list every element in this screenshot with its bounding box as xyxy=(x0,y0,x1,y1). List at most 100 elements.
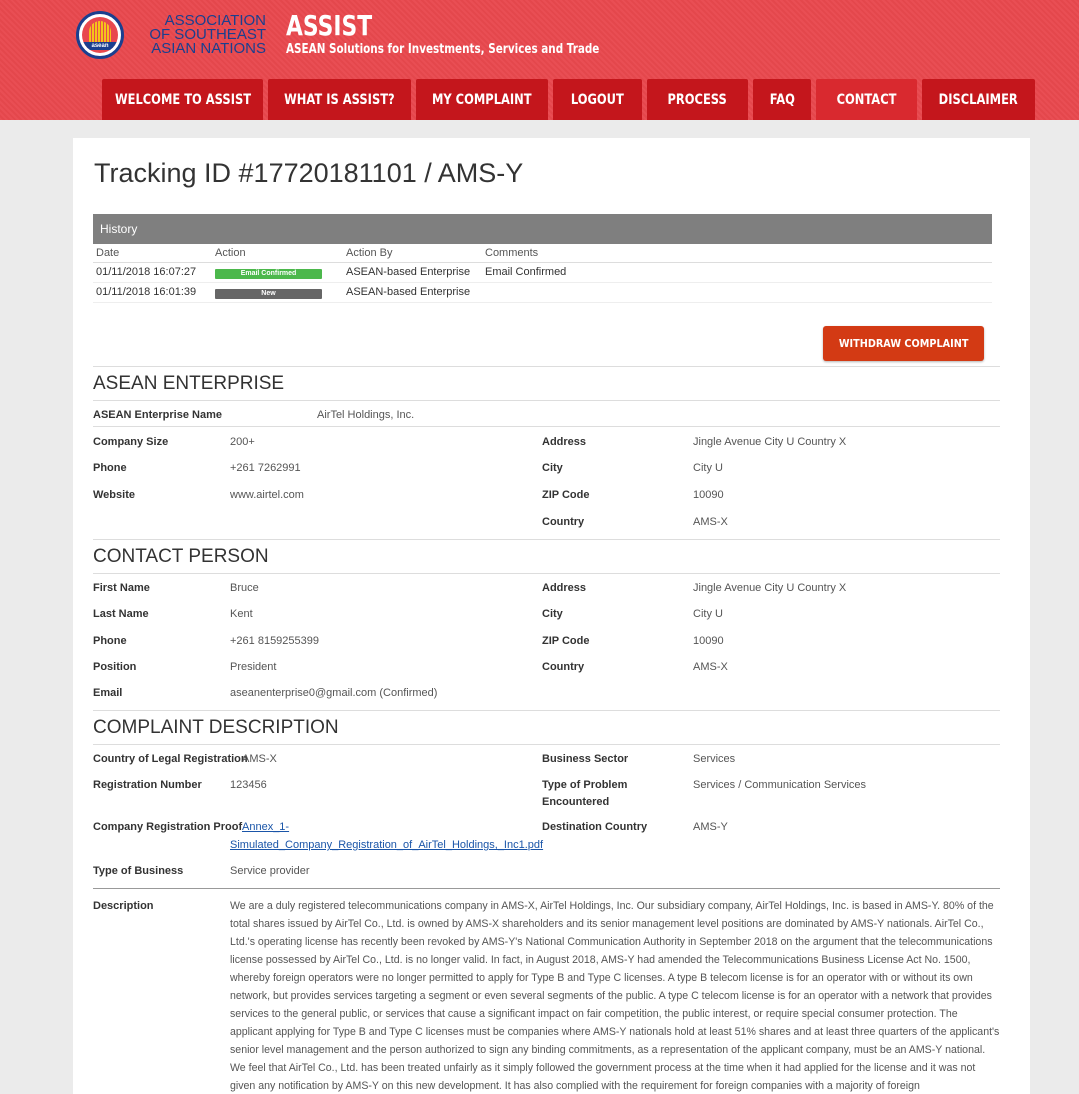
nav-label: FAQ xyxy=(769,91,795,108)
col-action-by: Action By xyxy=(343,244,482,263)
history-date: 01/11/2018 16:07:27 xyxy=(93,262,212,283)
col-date: Date xyxy=(93,244,212,263)
brand-subtitle: ASEAN Solutions for Investments, Service… xyxy=(286,42,600,57)
website-value: www.airtel.com xyxy=(230,489,304,501)
section-title-complaint: COMPLAINT DESCRIPTION xyxy=(93,717,339,738)
main-content: Tracking ID #17720181101 / AMS-Y History… xyxy=(73,138,1030,1094)
history-heading: History xyxy=(93,214,992,244)
enterprise-address-label: Address xyxy=(542,436,587,448)
registration-number-value: 123456 xyxy=(230,779,267,791)
nav-faq[interactable]: FAQ xyxy=(753,79,811,120)
asean-logo[interactable]: asean xyxy=(76,11,124,59)
contact-zip-label: ZIP Code xyxy=(542,635,590,647)
contact-phone-label: Phone xyxy=(93,635,127,647)
divider xyxy=(93,744,1000,745)
section-title-contact: CONTACT PERSON xyxy=(93,546,269,567)
nav-process[interactable]: PROCESS xyxy=(647,79,748,120)
withdraw-complaint-button[interactable]: WITHDRAW COMPLAINT xyxy=(823,326,984,361)
enterprise-zip-label: ZIP Code xyxy=(542,489,590,501)
button-label: WITHDRAW COMPLAINT xyxy=(838,337,969,350)
registration-proof-link[interactable]: Simulated_Company_Registration_of_AirTel… xyxy=(230,839,543,851)
brand-title: ASSIST xyxy=(286,9,373,42)
nav-label: LOGOUT xyxy=(570,91,624,108)
nav-label: CONTACT xyxy=(836,91,897,108)
contact-address-value: Jingle Avenue City U Country X xyxy=(693,582,847,594)
business-type-label: Type of Business xyxy=(93,865,184,877)
divider xyxy=(93,710,1000,711)
problem-type-label: Encountered xyxy=(542,796,610,808)
status-badge: New xyxy=(215,288,322,299)
description-label: Description xyxy=(93,900,154,912)
description-text: We are a duly registered telecommunicati… xyxy=(230,900,1000,1092)
history-by: ASEAN-based Enterprise xyxy=(343,262,482,283)
enterprise-country-value: AMS-X xyxy=(693,516,728,528)
enterprise-city-label: City xyxy=(542,462,563,474)
divider xyxy=(93,400,1000,401)
history-row: 01/11/2018 16:01:39 New ASEAN-based Ente… xyxy=(93,282,992,303)
nav-welcome[interactable]: WELCOME TO ASSIST xyxy=(102,79,263,120)
history-by: ASEAN-based Enterprise xyxy=(343,282,482,303)
history-table: Date Action Action By Comments 01/11/201… xyxy=(93,244,992,303)
problem-type-label: Type of Problem xyxy=(542,779,628,791)
business-sector-value: Services xyxy=(693,753,736,765)
history-comments xyxy=(482,282,992,303)
rice-stalks-icon xyxy=(89,21,111,43)
enterprise-address-value: Jingle Avenue City U Country X xyxy=(693,436,847,448)
site-header: asean ASSOCIATION OF SOUTHEAST ASIAN NAT… xyxy=(0,0,1079,120)
last-name-label: Last Name xyxy=(93,608,149,620)
contact-city-label: City xyxy=(542,608,563,620)
enterprise-name-label: ASEAN Enterprise Name xyxy=(93,409,222,421)
company-size-value: 200+ xyxy=(230,436,255,448)
enterprise-phone-value: +261 7262991 xyxy=(230,462,301,474)
nav-label: MY COMPLAINT xyxy=(432,91,532,108)
divider xyxy=(93,573,1000,574)
divider xyxy=(93,426,1000,427)
status-badge: Email Confirmed xyxy=(215,268,322,279)
registration-number-label: Registration Number xyxy=(93,779,202,791)
position-label: Position xyxy=(93,661,137,673)
enterprise-phone-label: Phone xyxy=(93,462,127,474)
business-type-value: Service provider xyxy=(230,865,310,877)
col-action: Action xyxy=(212,244,343,263)
registration-proof-link[interactable]: Annex_1- xyxy=(242,821,289,833)
history-date: 01/11/2018 16:01:39 xyxy=(93,282,212,303)
company-size-label: Company Size xyxy=(93,436,169,448)
enterprise-zip-value: 10090 xyxy=(693,489,724,501)
brand: ASSIST ASEAN Solutions for Investments, … xyxy=(286,10,678,58)
enterprise-city-value: City U xyxy=(693,462,723,474)
contact-country-value: AMS-X xyxy=(693,661,728,673)
destination-country-value: AMS-Y xyxy=(693,821,728,833)
last-name-value: Kent xyxy=(230,608,253,620)
legal-country-label: Country of Legal Registration xyxy=(93,753,248,765)
nav-label: WELCOME TO ASSIST xyxy=(114,91,251,108)
section-title-enterprise: ASEAN ENTERPRISE xyxy=(93,373,285,394)
divider xyxy=(93,366,1000,367)
email-value: aseanenterprise0@gmail.com (Confirmed) xyxy=(230,687,438,699)
contact-country-label: Country xyxy=(542,661,585,673)
page-title: Tracking ID #17720181101 / AMS-Y xyxy=(94,158,524,188)
divider xyxy=(93,539,1000,540)
nav-what-is-assist[interactable]: WHAT IS ASSIST? xyxy=(268,79,411,120)
history-header-row: Date Action Action By Comments xyxy=(93,244,992,263)
logo-inner: asean xyxy=(82,17,118,53)
contact-address-label: Address xyxy=(542,582,587,594)
contact-zip-value: 10090 xyxy=(693,635,724,647)
destination-country-label: Destination Country xyxy=(542,821,648,833)
enterprise-name-value: AirTel Holdings, Inc. xyxy=(317,409,415,421)
nav-disclaimer[interactable]: DISCLAIMER xyxy=(922,79,1035,120)
first-name-label: First Name xyxy=(93,582,150,594)
nav-label: WHAT IS ASSIST? xyxy=(284,91,395,108)
history-action: New xyxy=(212,282,343,303)
logo-band: asean xyxy=(82,42,118,50)
nav-logout[interactable]: LOGOUT xyxy=(553,79,642,120)
nav-contact[interactable]: CONTACT xyxy=(816,79,917,120)
history-comments: Email Confirmed xyxy=(482,262,992,283)
legal-country-value: AMS-X xyxy=(242,753,277,765)
nav-label: DISCLAIMER xyxy=(938,91,1019,108)
nav-my-complaint[interactable]: MY COMPLAINT xyxy=(416,79,548,120)
enterprise-country-label: Country xyxy=(542,516,585,528)
first-name-value: Bruce xyxy=(230,582,259,594)
org-name: ASSOCIATION OF SOUTHEAST ASIAN NATIONS xyxy=(132,13,266,56)
nav-label: PROCESS xyxy=(667,91,728,108)
business-sector-label: Business Sector xyxy=(542,753,629,765)
